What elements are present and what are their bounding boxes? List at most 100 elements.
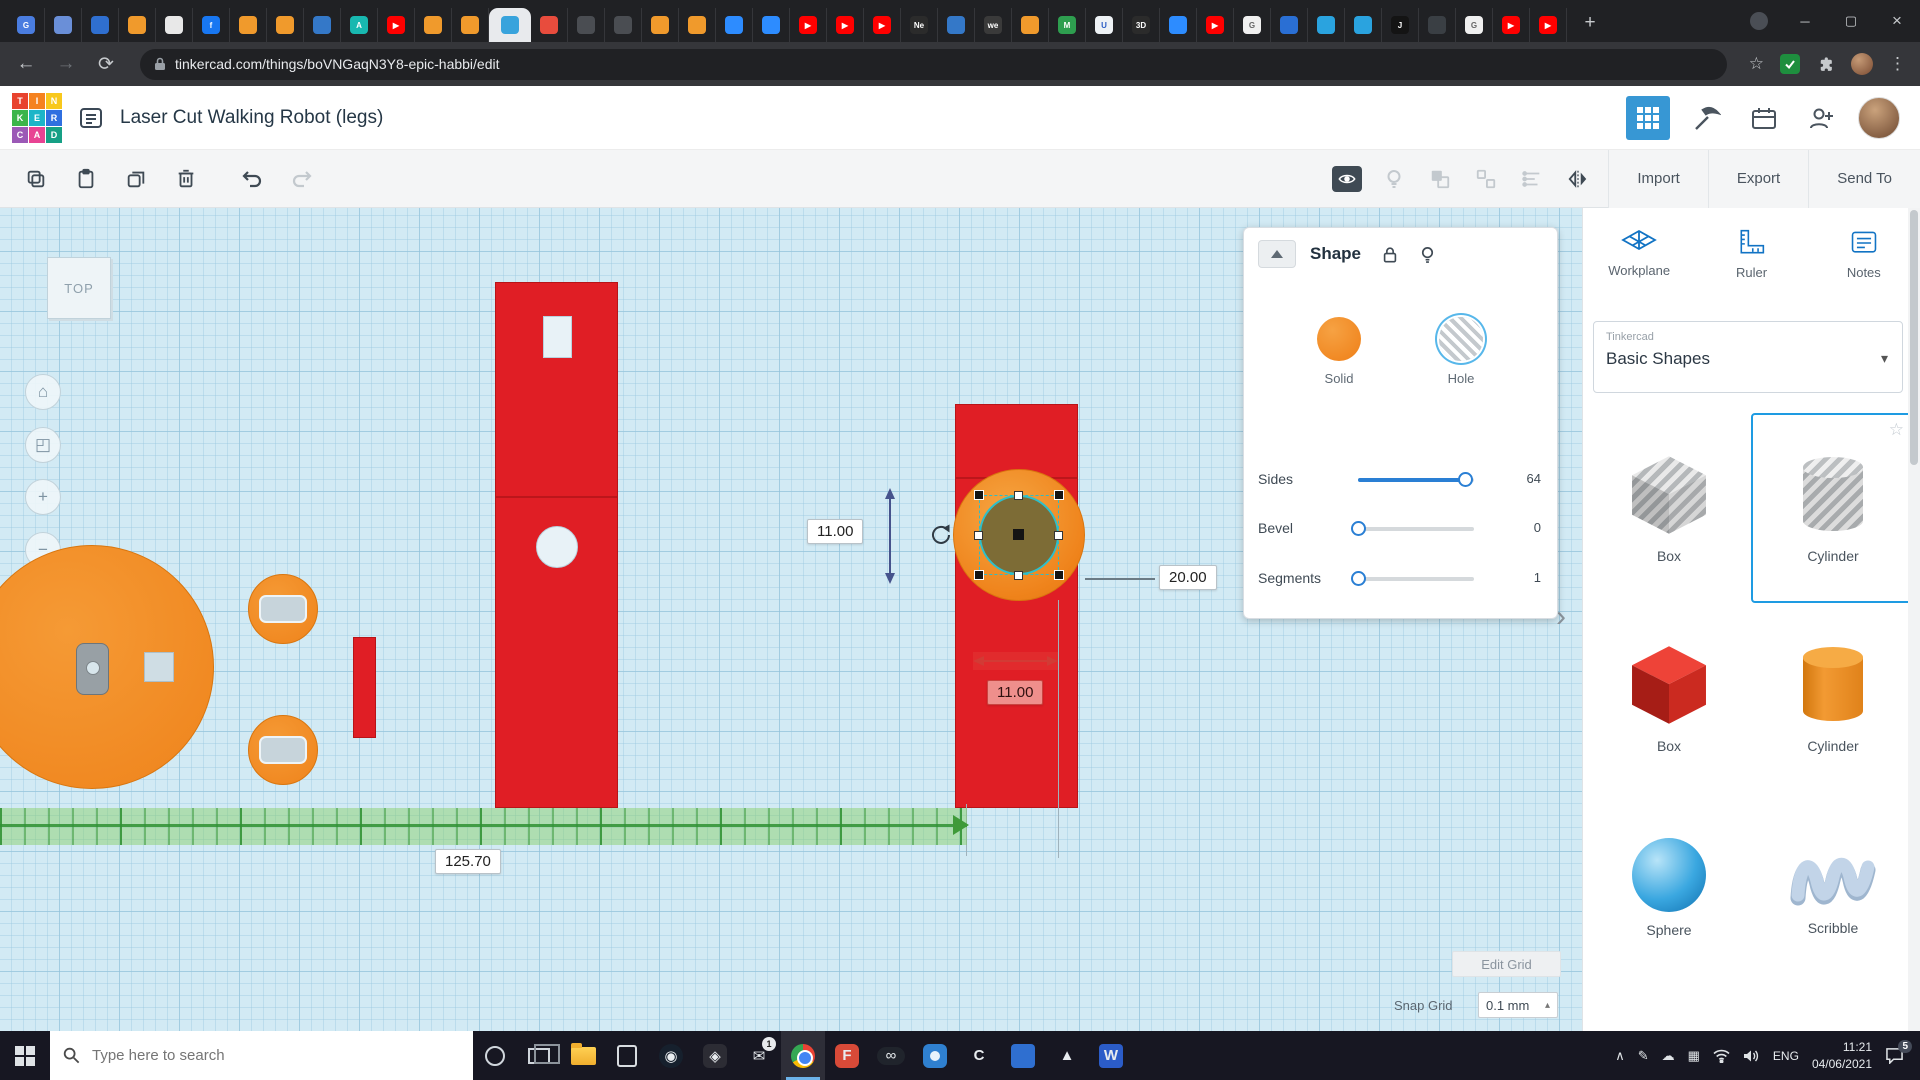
- browser-tab[interactable]: G: [1234, 8, 1271, 42]
- browser-tab[interactable]: [82, 8, 119, 42]
- start-button[interactable]: [0, 1031, 50, 1080]
- dim-diameter-label[interactable]: 20.00: [1159, 565, 1217, 590]
- taskbar-icon-file-explorer[interactable]: [561, 1031, 605, 1080]
- design-menu-icon[interactable]: [78, 105, 104, 131]
- delete-icon[interactable]: [172, 165, 200, 193]
- taskbar-icon-blue-app[interactable]: [1001, 1031, 1045, 1080]
- solid-option[interactable]: Solid: [1297, 317, 1381, 386]
- favorite-star-icon[interactable]: ☆: [1889, 420, 1904, 440]
- dim-width-input[interactable]: 11.00: [987, 680, 1044, 705]
- browser-tab[interactable]: [1271, 8, 1308, 42]
- lightbulb-icon[interactable]: [1380, 165, 1408, 193]
- url-bar[interactable]: tinkercad.com/things/boVNGaqN3Y8-epic-ha…: [140, 48, 1727, 80]
- align-icon[interactable]: [1518, 165, 1546, 193]
- hole-option[interactable]: Hole: [1419, 317, 1503, 386]
- browser-tab[interactable]: [1308, 8, 1345, 42]
- browser-tab[interactable]: [1345, 8, 1382, 42]
- ruler-tool[interactable]: Ruler: [1695, 228, 1807, 280]
- maximize-button[interactable]: ▢: [1828, 0, 1874, 42]
- workplane-tool[interactable]: Workplane: [1583, 228, 1695, 280]
- taskbar-icon-camera[interactable]: [913, 1031, 957, 1080]
- browser-tab[interactable]: [45, 8, 82, 42]
- new-tab-button[interactable]: +: [1575, 8, 1605, 38]
- shape-cylinder-hole[interactable]: ☆ Cylinder: [1751, 413, 1915, 603]
- browser-profile-dot-icon[interactable]: [1750, 12, 1768, 30]
- edit-grid-button[interactable]: Edit Grid: [1452, 951, 1561, 977]
- edge-handle-w[interactable]: [974, 531, 983, 540]
- hide-shape-bulb-icon[interactable]: [1419, 245, 1436, 264]
- browser-tab[interactable]: [415, 8, 452, 42]
- taskbar-icon-chrome[interactable]: [781, 1031, 825, 1080]
- edge-handle-s[interactable]: [1014, 571, 1023, 580]
- bevel-slider[interactable]: [1351, 521, 1474, 536]
- taskbar-icon-loop[interactable]: ∞: [869, 1031, 913, 1080]
- undo-icon[interactable]: [238, 165, 266, 193]
- scale-handle-ne[interactable]: [1054, 490, 1064, 500]
- browser-tab[interactable]: [531, 8, 568, 42]
- taskbar-clock[interactable]: 11:21 04/06/2021: [1812, 1039, 1872, 1071]
- browser-tab[interactable]: [1012, 8, 1049, 42]
- group-icon[interactable]: [1426, 165, 1454, 193]
- browser-tab[interactable]: [1160, 8, 1197, 42]
- taskbar-icon-game[interactable]: ◈: [693, 1031, 737, 1080]
- taskbar-icon-c-app[interactable]: C: [957, 1031, 1001, 1080]
- ruler-length-label[interactable]: 125.70: [435, 849, 501, 874]
- browser-tab[interactable]: M: [1049, 8, 1086, 42]
- browser-tab[interactable]: [605, 8, 642, 42]
- browser-tab-active[interactable]: [489, 8, 531, 42]
- scale-handle-nw[interactable]: [974, 490, 984, 500]
- browser-tab[interactable]: ▶: [1530, 8, 1567, 42]
- mirror-icon[interactable]: [1564, 165, 1592, 193]
- extensions-puzzle-icon[interactable]: [1816, 55, 1835, 74]
- browser-tab[interactable]: ▶: [790, 8, 827, 42]
- shape-library-dropdown[interactable]: Tinkercad Basic Shapes ▾: [1593, 321, 1903, 393]
- shape-red-leg-2[interactable]: [955, 404, 1078, 808]
- taskbar-icon-task-view[interactable]: [517, 1031, 561, 1080]
- browser-tab[interactable]: [452, 8, 489, 42]
- scrollbar-thumb[interactable]: [1910, 210, 1918, 465]
- center-handle[interactable]: [1013, 529, 1024, 540]
- shape-scribble[interactable]: Scribble: [1751, 793, 1915, 983]
- taskbar-icon-acer[interactable]: ▲: [1045, 1031, 1089, 1080]
- browser-tab[interactable]: [119, 8, 156, 42]
- slider-handle[interactable]: [1351, 521, 1366, 536]
- notes-tool[interactable]: Notes: [1808, 228, 1920, 280]
- taskbar-icon-steam[interactable]: ◉: [649, 1031, 693, 1080]
- scale-handle-se[interactable]: [1054, 570, 1064, 580]
- search-input[interactable]: [50, 1031, 473, 1080]
- browser-tab[interactable]: ▶: [864, 8, 901, 42]
- forward-button[interactable]: →: [54, 53, 78, 75]
- browser-tab[interactable]: [230, 8, 267, 42]
- taskbar-icon-word[interactable]: W: [1089, 1031, 1133, 1080]
- edge-handle-n[interactable]: [1014, 491, 1023, 500]
- browser-tab[interactable]: A: [341, 8, 378, 42]
- action-center-icon[interactable]: 5: [1885, 1040, 1912, 1064]
- browser-tab[interactable]: ▶: [1493, 8, 1530, 42]
- browser-tab[interactable]: [642, 8, 679, 42]
- browser-menu-kebab-icon[interactable]: ⋮: [1889, 54, 1906, 74]
- 3d-viewport[interactable]: TOP ⌂ ◰ + − ◫: [0, 208, 1582, 1031]
- bookmark-star-icon[interactable]: ☆: [1749, 54, 1764, 74]
- view-cube[interactable]: TOP: [47, 257, 111, 319]
- export-button[interactable]: Export: [1707, 149, 1809, 208]
- rotate-handle[interactable]: [928, 522, 954, 548]
- browser-tab[interactable]: G: [1456, 8, 1493, 42]
- shape-cylinder-solid[interactable]: Cylinder: [1751, 603, 1915, 793]
- taskbar-icon-cortana[interactable]: [473, 1031, 517, 1080]
- add-user-icon[interactable]: [1800, 96, 1844, 140]
- browser-tab[interactable]: 3D: [1123, 8, 1160, 42]
- browser-profile-avatar[interactable]: [1851, 53, 1873, 75]
- paste-icon[interactable]: [72, 165, 100, 193]
- user-avatar[interactable]: [1858, 96, 1900, 139]
- wifi-icon[interactable]: [1713, 1049, 1730, 1063]
- dim-height-label[interactable]: 11.00: [807, 519, 864, 544]
- fit-view-button[interactable]: ◰: [25, 427, 61, 463]
- hole-square-on-disc[interactable]: [144, 652, 174, 682]
- shape-red-bar[interactable]: [353, 637, 376, 738]
- taskbar-icon-mail[interactable]: ✉ 1: [737, 1031, 781, 1080]
- collapse-panel-button[interactable]: [1258, 240, 1296, 268]
- import-button[interactable]: Import: [1608, 149, 1708, 208]
- browser-tab[interactable]: J: [1382, 8, 1419, 42]
- browser-tab[interactable]: [753, 8, 790, 42]
- browser-tab[interactable]: we: [975, 8, 1012, 42]
